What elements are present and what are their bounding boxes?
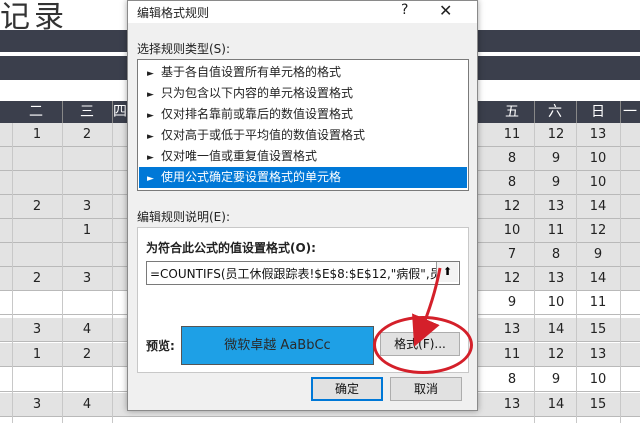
annotation-arrow bbox=[412, 267, 442, 347]
